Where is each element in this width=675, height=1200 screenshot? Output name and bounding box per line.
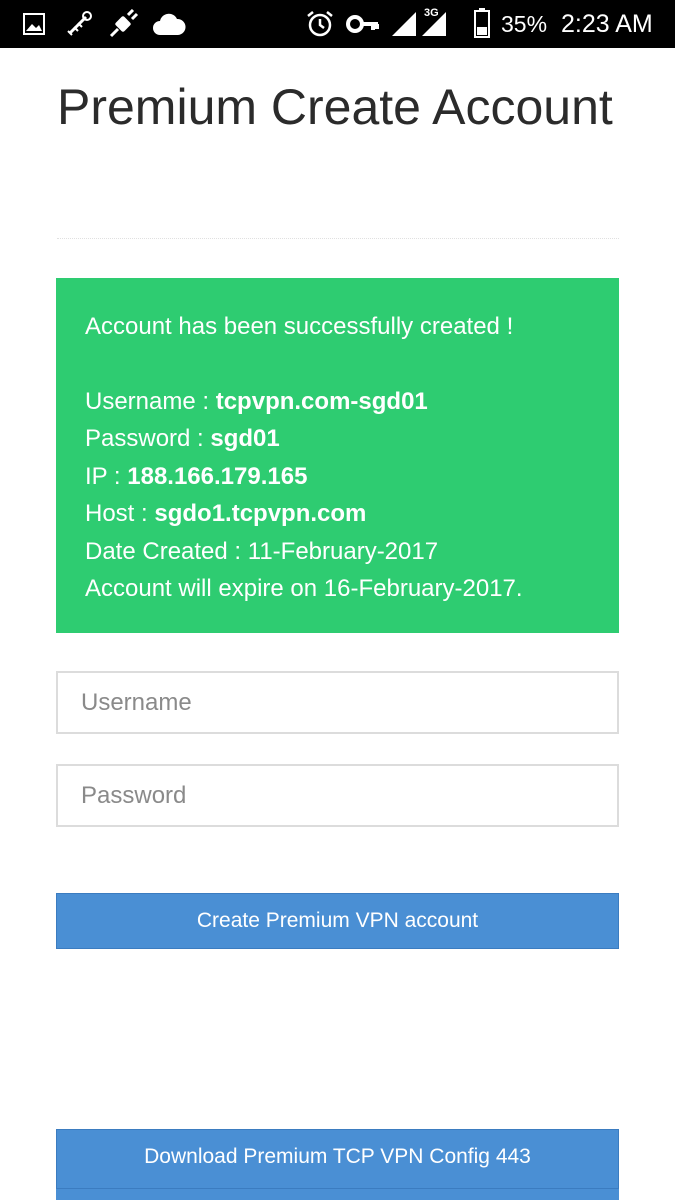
battery-percent: 35%	[501, 11, 548, 37]
ip-label: IP :	[85, 462, 128, 490]
create-account-button[interactable]: Create Premium VPN account	[56, 893, 619, 949]
success-alert: Account has been successfully created ! …	[56, 278, 619, 633]
host-line: Host : sgdo1.tcpvpn.com	[85, 495, 591, 533]
vpn-plug-icon	[108, 8, 140, 44]
image-icon	[22, 12, 46, 41]
ip-line: IP : 188.166.179.165	[85, 458, 591, 496]
download-config-button[interactable]: Download Premium TCP VPN Config 443	[56, 1129, 619, 1189]
username-value: tcpvpn.com-sgd01	[215, 387, 428, 415]
status-bar: 3G 35% 2:23 AM	[0, 0, 675, 48]
password-label: Password :	[85, 425, 211, 452]
host-label: Host :	[85, 500, 155, 527]
key-icon	[346, 12, 380, 41]
password-value: sgd01	[210, 425, 280, 452]
cloud-icon	[152, 11, 186, 42]
alarm-icon	[305, 9, 335, 44]
username-label: Username :	[85, 387, 216, 415]
expire-line: Account will expire on 16-February-2017.	[85, 575, 523, 602]
alert-spacer	[85, 346, 591, 383]
password-input[interactable]	[56, 764, 619, 827]
date-created-line: Date Created : 11-February-2017	[85, 537, 439, 565]
ip-value: 188.166.179.165	[127, 462, 308, 490]
usb-debug-icon	[64, 9, 94, 44]
username-input[interactable]	[56, 671, 619, 734]
host-value: sgdo1.tcpvpn.com	[154, 500, 367, 527]
next-button-edge	[56, 1188, 619, 1200]
password-line: Password : sgd01	[85, 420, 591, 458]
page-title: Premium Create Account	[57, 79, 613, 135]
username-line: Username : tcpvpn.com-sgd01	[85, 383, 591, 421]
status-time: 2:23 AM	[561, 10, 653, 38]
title-divider	[57, 238, 619, 239]
success-message: Account has been successfully created !	[85, 313, 514, 340]
network-type-label: 3G	[424, 7, 439, 19]
battery-icon	[474, 8, 490, 43]
wifi-signal-icon	[390, 10, 418, 43]
